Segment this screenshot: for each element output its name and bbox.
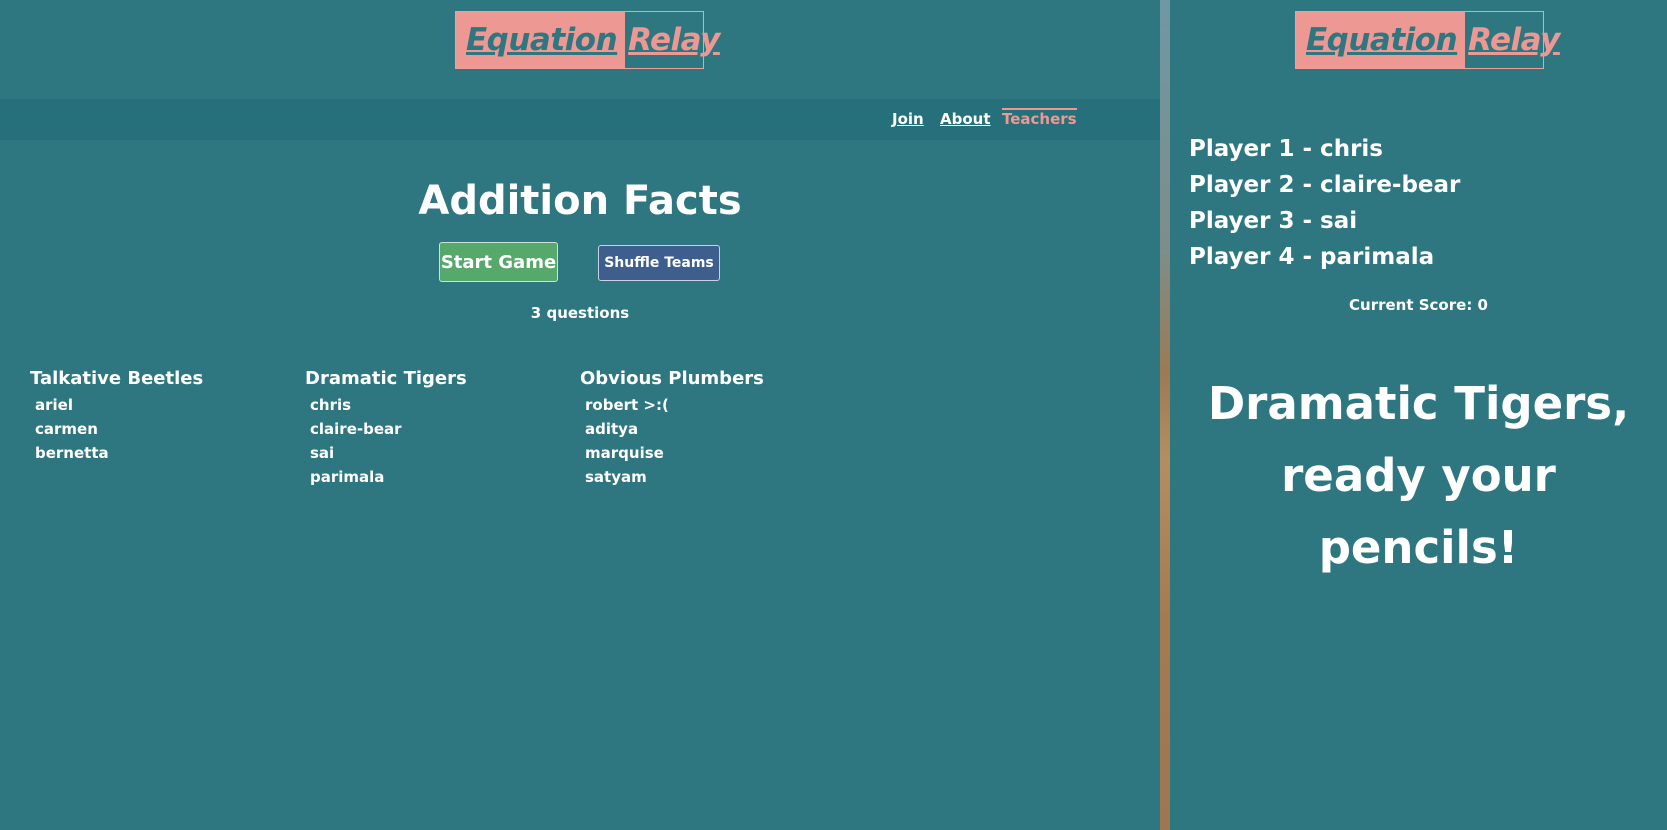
ready-message: Dramatic Tigers, ready your pencils!: [1180, 368, 1657, 584]
team-member: claire-bear: [310, 420, 402, 438]
ready-message-line-2: ready your pencils!: [1281, 449, 1556, 574]
brand-word-equation: Equation: [1296, 12, 1466, 68]
brand-word-relay: Relay: [628, 22, 720, 58]
start-game-button[interactable]: Start Game: [439, 242, 558, 282]
team-member: satyam: [585, 468, 647, 486]
team-member: carmen: [35, 420, 98, 438]
team-name: Dramatic Tigers: [305, 368, 467, 389]
player-line: Player 3 - sai: [1189, 208, 1358, 234]
player-line: Player 2 - claire-bear: [1189, 172, 1461, 198]
player-list: Player 1 - chris Player 2 - claire-bear …: [1189, 131, 1460, 275]
team-member: marquise: [585, 444, 664, 462]
team-name: Obvious Plumbers: [580, 368, 764, 389]
team-member: aditya: [585, 420, 639, 438]
team-member: bernetta: [35, 444, 109, 462]
team-member: parimala: [310, 468, 385, 486]
team-talkative-beetles: Talkative Beetles ariel carmen bernetta: [30, 368, 280, 465]
player-line: Player 1 - chris: [1189, 136, 1383, 162]
team-member: sai: [310, 444, 335, 462]
window-divider: [1160, 0, 1170, 830]
team-obvious-plumbers: Obvious Plumbers robert >:( aditya marqu…: [580, 368, 830, 489]
brand-logo[interactable]: Equation Relay: [455, 11, 720, 69]
current-score: Current Score: 0: [1349, 296, 1488, 314]
nav-join-link[interactable]: Join: [892, 110, 924, 128]
shuffle-teams-button[interactable]: Shuffle Teams: [598, 245, 720, 281]
player-window: Equation Relay Player 1 - chris Player 2…: [1170, 0, 1667, 830]
team-member: robert >:(: [585, 396, 669, 414]
team-dramatic-tigers: Dramatic Tigers chris claire-bear sai pa…: [305, 368, 555, 489]
game-title: Addition Facts: [418, 178, 742, 224]
brand-word-relay: Relay: [1468, 22, 1560, 58]
desktop: Equation Relay Join About Teachers Addit…: [0, 0, 1667, 830]
brand-word-equation: Equation: [456, 12, 626, 68]
team-member: chris: [310, 396, 352, 414]
ready-message-line-1: Dramatic Tigers,: [1207, 377, 1630, 430]
player-line: Player 4 - parimala: [1189, 244, 1435, 270]
nav-teachers-link[interactable]: Teachers: [1002, 108, 1077, 128]
teacher-window: Equation Relay Join About Teachers Addit…: [0, 0, 1160, 830]
team-member: ariel: [35, 396, 73, 414]
navbar: Join About Teachers: [0, 99, 1160, 140]
brand-logo[interactable]: Equation Relay: [1295, 11, 1560, 69]
question-count: 3 questions: [530, 304, 630, 322]
nav-about-link[interactable]: About: [940, 110, 991, 128]
team-name: Talkative Beetles: [30, 368, 204, 389]
